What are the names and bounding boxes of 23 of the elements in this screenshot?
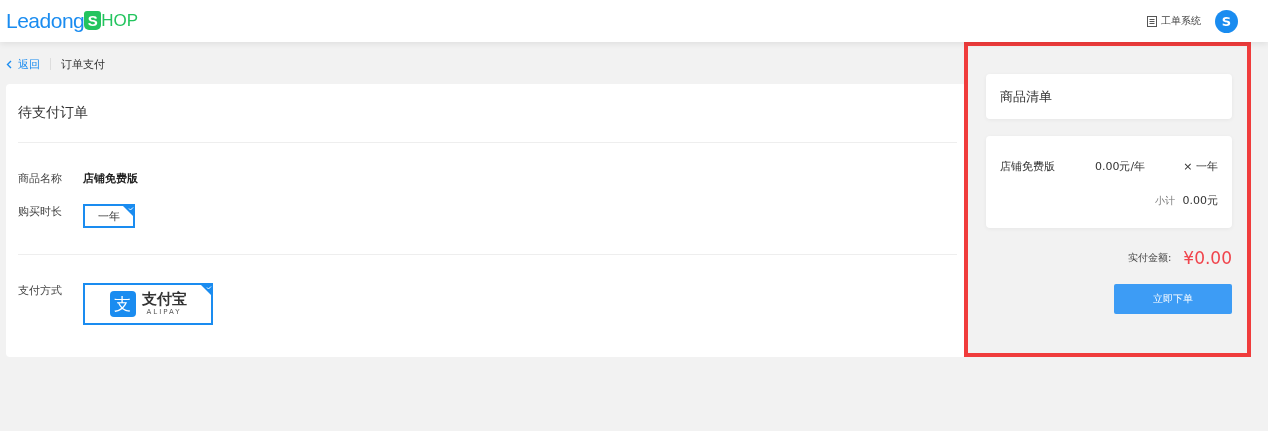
logo-text: HOP [101,11,139,31]
breadcrumb-current: 订单支付 [61,56,105,72]
item-quantity: × 一年 [1183,159,1218,174]
total-amount: ¥0.00 [1183,248,1232,268]
item-price: 0.00元/年 [1095,159,1147,174]
document-icon [1147,15,1157,27]
field-label: 商品名称 [18,171,63,186]
alipay-icon: 支 [109,291,136,317]
chevron-left-icon [6,59,12,69]
payment-name: 支付宝 [141,292,187,307]
total-label: 实付金额: [1127,251,1172,265]
field-label: 支付方式 [18,283,63,298]
duration-option[interactable]: 一年 [83,204,135,228]
ticket-system-link[interactable]: 工单系统 [1147,14,1201,28]
field-label: 购买时长 [18,204,63,219]
subtotal-value: 0.00元 [1182,193,1218,208]
card-title: 待支付订单 [18,104,88,122]
subtotal-label: 小计 [1154,193,1175,208]
logo-bag-icon: S [84,10,102,30]
logo-text: Leadong [6,9,85,33]
item-name: 店铺免费版 [1000,159,1056,174]
product-name: 店铺免费版 [83,171,138,186]
cart-title: 商品清单 [1000,87,1052,106]
